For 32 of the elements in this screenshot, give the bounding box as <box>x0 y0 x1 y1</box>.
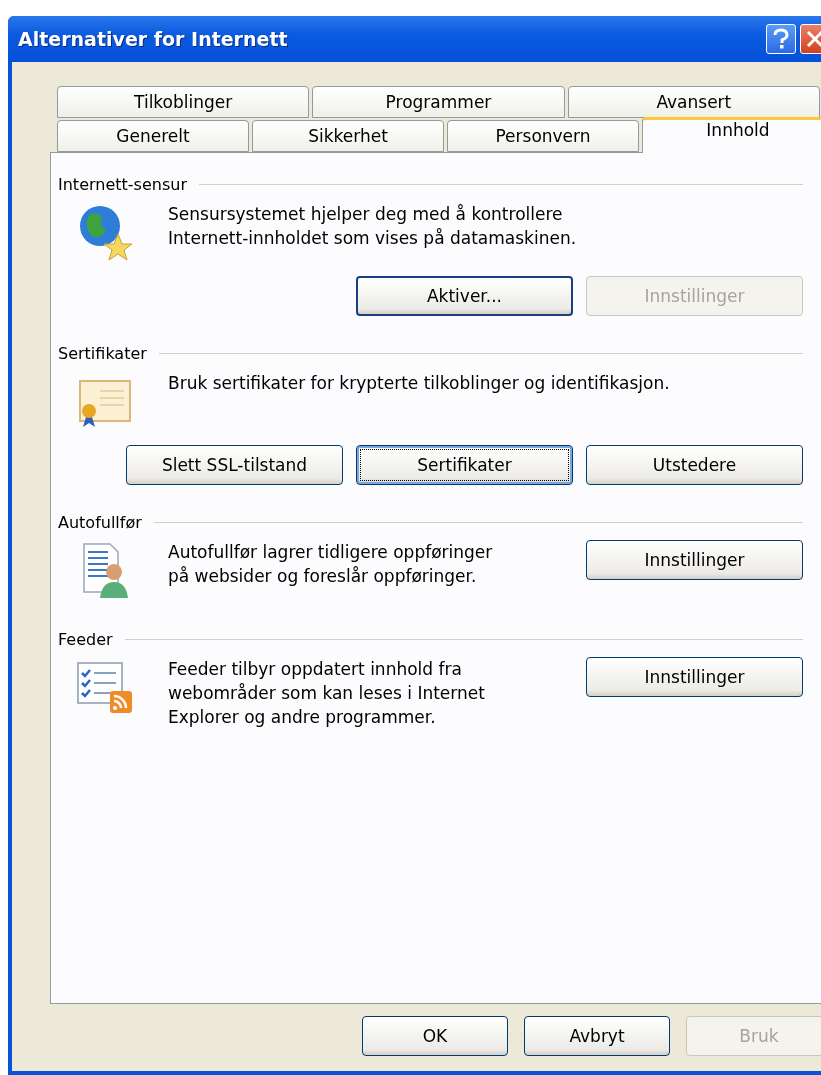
tab[interactable]: Innhold <box>642 117 821 153</box>
button[interactable]: Utstedere <box>586 445 803 485</box>
description-text: Bruk sertifikater for krypterte tilkoblinger og identifikasjon. <box>168 372 671 395</box>
description-text: webområder som kan leses i Internet <box>168 682 486 705</box>
tab[interactable]: Sikkerhet <box>252 120 444 152</box>
button[interactable]: Sertifikater <box>356 445 573 485</box>
close-icon <box>806 30 821 48</box>
description-text: Sensursystemet hjelper deg med å kontrollere <box>168 203 564 226</box>
button[interactable]: OK <box>362 1016 508 1056</box>
button[interactable]: Avbryt <box>524 1016 670 1056</box>
question-mark-icon <box>772 28 790 50</box>
tab[interactable]: Tilkoblinger <box>57 86 310 118</box>
button[interactable]: Innstillinger <box>586 540 803 580</box>
window-title: Alternativer for Internett <box>18 28 288 50</box>
description-text: Feeder tilbyr oppdatert innhold fra <box>168 658 463 681</box>
section-title: Sertifikater <box>58 344 147 363</box>
description-text: Internett-innholdet som vises på datamaskinen. <box>168 227 578 250</box>
button[interactable]: Slett SSL-tilstand <box>126 445 343 485</box>
section-title: Autofullfør <box>58 513 142 532</box>
description-text: på websider og foreslår oppføringer. <box>168 565 478 588</box>
section-title: Internett-sensur <box>58 175 187 194</box>
close-button[interactable] <box>800 24 821 54</box>
button[interactable]: Aktiver... <box>356 276 573 316</box>
description-text: Autofullfør lagrer tidligere oppføringer <box>168 541 494 564</box>
tab[interactable]: Avansert <box>567 86 820 118</box>
help-button[interactable] <box>766 24 796 54</box>
section-title: Feeder <box>58 630 113 649</box>
tab[interactable]: Personvern <box>447 120 639 152</box>
tab[interactable]: Generelt <box>57 120 249 152</box>
description-text: Explorer og andre programmer. <box>168 706 437 729</box>
tab[interactable]: Programmer <box>312 86 565 118</box>
button[interactable]: Innstillinger <box>586 657 803 697</box>
